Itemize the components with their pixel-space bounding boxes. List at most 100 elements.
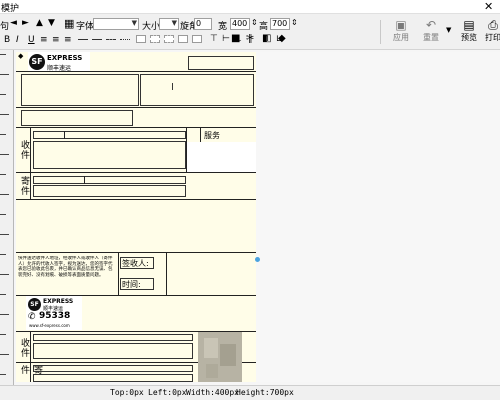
arrow-down-icon[interactable]: ▼	[48, 18, 55, 28]
preview-label: 预览	[461, 33, 477, 42]
status-height: Height:700px	[236, 388, 294, 397]
sender-label: 寄件	[19, 176, 29, 196]
group-icon[interactable]: ■	[231, 33, 240, 44]
align-right-icon[interactable]: ≡	[64, 35, 72, 45]
ruler-tick	[0, 234, 9, 235]
website-url: www.sf-express.com	[29, 323, 70, 328]
apply-button[interactable]: ▣ 应用	[388, 18, 414, 48]
signer-label: 签收人:	[122, 259, 149, 268]
width-label: 宽	[218, 22, 228, 32]
recipient-name-field-bottom[interactable]	[33, 334, 193, 341]
waybill-number-field[interactable]	[188, 56, 254, 70]
toolbar-separator	[380, 20, 381, 44]
ruler-tick	[0, 134, 6, 135]
sender-address-field[interactable]	[33, 185, 186, 197]
divider-line	[16, 71, 256, 72]
window-title: 模护	[1, 4, 20, 14]
recipient-name-field[interactable]	[33, 131, 186, 139]
divider-line	[16, 127, 256, 128]
ruler-tick	[0, 374, 6, 375]
apply-label: 应用	[393, 33, 409, 42]
resize-handle[interactable]	[255, 257, 260, 262]
service-content-field[interactable]	[187, 142, 256, 172]
preview-button[interactable]: ▤ 预览	[456, 18, 482, 48]
pin-icon[interactable]: ◆	[18, 52, 23, 60]
ruler-tick	[0, 194, 9, 195]
grid-icon[interactable]: ▦	[64, 17, 74, 30]
border-bottom-icon[interactable]	[164, 35, 174, 43]
font-select[interactable]: ▼	[93, 18, 139, 30]
print-label: 打印	[485, 33, 500, 42]
canvas-empty-area[interactable]	[256, 52, 500, 382]
qr-code-image[interactable]	[198, 332, 242, 382]
destination-area[interactable]	[140, 74, 254, 106]
ruler-tick	[0, 334, 6, 335]
signer-field[interactable]: 签收人:	[120, 257, 154, 269]
arrow-left-icon[interactable]: ◄	[10, 18, 17, 28]
sender-name-field[interactable]	[33, 176, 186, 184]
undo-icon: ↶	[425, 18, 437, 32]
vertical-ruler	[0, 50, 14, 385]
align-left-icon[interactable]: ≡	[40, 35, 48, 45]
sf-logo[interactable]: SF EXPRESS 顺丰速运	[28, 52, 90, 72]
ruler-tick	[0, 74, 9, 75]
qr-code-block	[206, 364, 218, 378]
line-solid-icon[interactable]	[78, 39, 88, 40]
shape-icon[interactable]: ◆	[278, 33, 286, 44]
time-label: 时间:	[122, 280, 141, 289]
chevron-down-icon: ▼	[171, 19, 177, 27]
status-top: Top:0px	[110, 388, 144, 397]
ruler-tick	[0, 54, 6, 55]
arrow-up-icon[interactable]: ▲	[36, 18, 43, 28]
spinner-icon[interactable]: ⇕	[251, 18, 258, 27]
line-dotted-icon[interactable]	[120, 39, 130, 40]
sender-name-field-bottom[interactable]	[33, 365, 193, 372]
rotate-input[interactable]: 0	[194, 18, 212, 30]
ruler-tick	[0, 354, 9, 355]
chevron-down-icon[interactable]: ▼	[446, 26, 451, 34]
line-dashed-icon[interactable]	[106, 39, 116, 40]
line-thin-icon[interactable]	[92, 39, 102, 40]
toolbar: 句 ◄ ► ▲ ▼ ▦ 字体 ▼ 大小 ▼ 旋角 0 宽 400 ⇕ 高 700…	[0, 14, 500, 50]
width-input[interactable]: 400	[230, 18, 250, 30]
time-field[interactable]: 时间:	[120, 278, 154, 290]
qr-code-block	[220, 344, 236, 366]
ruler-tick	[0, 114, 9, 115]
ruler-tick	[0, 254, 6, 255]
italic-icon[interactable]: I	[16, 35, 19, 45]
text-cursor-icon: I	[171, 82, 174, 93]
recipient-address-field[interactable]	[33, 141, 186, 169]
route-code-field[interactable]	[21, 110, 133, 126]
align-top-icon[interactable]: ⊤	[210, 34, 218, 44]
close-icon[interactable]: ✕	[484, 0, 493, 13]
size-select[interactable]: ▼	[159, 18, 179, 30]
ruler-tick	[0, 214, 6, 215]
border-left-icon[interactable]	[178, 35, 188, 43]
sf-logo-bottom[interactable]: SF EXPRESS 顺丰速运 ✆ 95338 www.sf-express.c…	[26, 296, 82, 330]
border-right-icon[interactable]	[192, 35, 202, 43]
bold-icon[interactable]: B	[4, 35, 10, 45]
border-top-icon[interactable]	[150, 35, 160, 43]
underline-icon[interactable]: U	[28, 35, 35, 45]
cut-icon[interactable]: ✂	[246, 33, 254, 44]
spinner-icon[interactable]: ⇕	[291, 18, 298, 27]
sender-address-field-bottom[interactable]	[33, 374, 193, 382]
waybill-paper[interactable]: SF EXPRESS 顺丰速运 ◆ I 收件 服务 寄件 快件送达收件人地址，经…	[16, 52, 256, 382]
reset-button[interactable]: ↶ 重置	[418, 18, 444, 48]
align-center-icon[interactable]: ≡	[52, 35, 60, 45]
barcode-area[interactable]	[21, 74, 139, 106]
print-button[interactable]: ⎙ 打印	[482, 18, 500, 48]
ruler-tick	[0, 154, 9, 155]
ruler-tick	[0, 174, 6, 175]
divider-line	[16, 107, 256, 108]
align-middle-icon[interactable]: ⊢	[222, 34, 230, 44]
border-all-icon[interactable]	[136, 35, 146, 43]
status-left: Left:0px	[148, 388, 187, 397]
height-input[interactable]: 700	[270, 18, 290, 30]
arrow-right-icon[interactable]: ►	[22, 18, 29, 28]
recipient-address-field-bottom[interactable]	[33, 343, 193, 359]
nav-label: 句	[0, 22, 10, 32]
size-label: 大小	[142, 22, 161, 32]
font-label: 字体	[76, 22, 95, 32]
layer-icon[interactable]: ◧	[262, 33, 271, 44]
